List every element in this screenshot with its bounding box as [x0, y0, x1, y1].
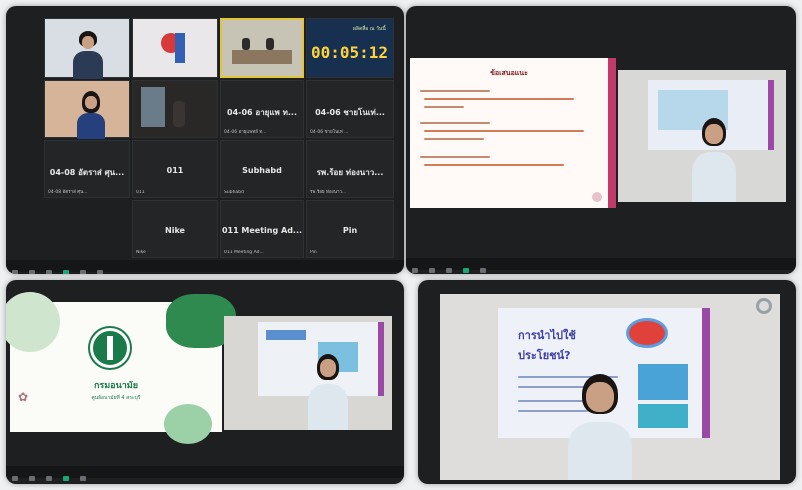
- participant-avatar: [77, 91, 105, 139]
- meeting-toolbar[interactable]: [6, 260, 404, 274]
- grid-tile-9[interactable]: Pin Pin: [306, 200, 394, 258]
- slide-title-line-1: การนำไปใช้: [518, 329, 576, 342]
- flag-decoration: [175, 33, 185, 63]
- logo-slide: กรมอนามัย ศูนย์อนามัยที่ 4 สระบุรี ✿: [6, 292, 236, 444]
- participants-icon[interactable]: [46, 270, 52, 274]
- participant-video-2[interactable]: [132, 18, 218, 78]
- department-logo-icon: [90, 328, 130, 368]
- slide-image: [638, 404, 688, 428]
- grid-tile-7[interactable]: Nike Nike: [132, 200, 218, 258]
- gallery-view-screen: ผลิตสื่อ ณ วันนี้ 00:05:12 04-06 อายุแพ …: [6, 6, 404, 274]
- slide-image: [638, 364, 688, 400]
- share-screen-icon[interactable]: [63, 476, 69, 481]
- chat-icon[interactable]: [480, 268, 486, 273]
- speaker-avatar: [308, 354, 348, 430]
- chat-icon[interactable]: [80, 270, 86, 274]
- share-screen-icon[interactable]: [463, 268, 469, 273]
- logo-text: กรมอนามัย: [93, 381, 139, 391]
- meeting-toolbar[interactable]: [406, 258, 796, 273]
- flower-icon: ✿: [18, 390, 29, 404]
- participant-avatar: [73, 31, 103, 79]
- slide-title: ข้อเสนอแนะ: [490, 69, 528, 77]
- chat-icon[interactable]: [80, 476, 86, 481]
- participant-video-3[interactable]: [220, 18, 304, 78]
- grid-tile-4[interactable]: 011 011: [132, 140, 218, 198]
- participant-video-1[interactable]: [44, 18, 130, 79]
- grid-tile-2[interactable]: 04-06 ชายโนเท่... 04-06 ชายโนเท่ ...: [306, 80, 394, 138]
- grid-tile-5[interactable]: Subhabd Subhabd: [220, 140, 304, 198]
- grid-tile-8[interactable]: 011 Meeting Ad... 011 Meeting Ad...: [220, 200, 304, 258]
- presentation-screen-bottom-left: กรมอนามัย ศูนย์อนามัยที่ 4 สระบุรี ✿: [6, 280, 404, 484]
- slide-nav-icon: [592, 192, 602, 202]
- camera-icon[interactable]: [29, 270, 35, 274]
- presentation-screen-top: ข้อเสนอแนะ: [406, 6, 796, 274]
- record-icon[interactable]: [97, 270, 103, 274]
- grid-tile-1[interactable]: 04-06 อายุแพ ท... 04-06 อายุแพทย์ ท...: [220, 80, 304, 138]
- speaker-video[interactable]: [618, 70, 786, 202]
- share-screen-icon[interactable]: [63, 270, 69, 274]
- presentation-screen-bottom-right: การนำไปใช้ ประโยชน์?: [418, 280, 796, 484]
- mic-icon[interactable]: [412, 268, 418, 273]
- slide-title-line-2: ประโยชน์?: [518, 349, 571, 362]
- camera-icon[interactable]: [429, 268, 435, 273]
- participants-icon[interactable]: [46, 476, 52, 481]
- grid-tile-6[interactable]: รพ.ร้อย ท่องนาว... รพ.ร้อย ท่องนาว...: [306, 140, 394, 198]
- mic-icon[interactable]: [12, 476, 18, 481]
- speaker-avatar: [692, 118, 736, 202]
- logo-subtext: ศูนย์อนามัยที่ 4 สระบุรี: [91, 395, 141, 401]
- slide-suggestions: ข้อเสนอแนะ: [410, 58, 616, 208]
- meeting-toolbar[interactable]: [6, 466, 404, 481]
- grid-tile-3[interactable]: 04-08 อัตราส่ ศุน... 04-08 อัตราส่ ศุน..…: [44, 140, 130, 198]
- camera-icon[interactable]: [29, 476, 35, 481]
- participant-video-4[interactable]: [44, 80, 130, 139]
- mic-icon[interactable]: [12, 270, 18, 274]
- speaker-avatar: [568, 374, 632, 480]
- target-graphic: [626, 318, 668, 348]
- countdown-timer: 00:05:12: [311, 43, 389, 62]
- participants-icon[interactable]: [446, 268, 452, 273]
- timer-caption: ผลิตสื่อ ณ วันนี้: [353, 26, 386, 32]
- speaker-video[interactable]: [224, 316, 392, 430]
- timer-tile: ผลิตสื่อ ณ วันนี้ 00:05:12: [306, 18, 394, 78]
- settings-icon[interactable]: [756, 298, 772, 314]
- speaker-video-large[interactable]: การนำไปใช้ ประโยชน์?: [440, 294, 780, 480]
- participant-video-5[interactable]: [132, 80, 218, 138]
